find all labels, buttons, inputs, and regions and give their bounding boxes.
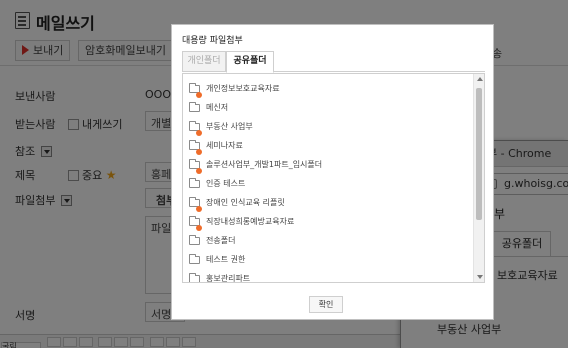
folder-tabs: 개인폴더 공유폴더 [182, 51, 485, 73]
folder-list-viewport: 개인정보보호교육자료메신저부동산 사업부세미나자료솔루션사업부_개발1파트_임시… [183, 74, 474, 282]
scroll-up-icon[interactable] [477, 77, 483, 81]
folder-label: 솔루션사업부_개발1파트_임시폴더 [206, 160, 323, 169]
folder-label: 인증 테스트 [206, 179, 246, 188]
shared-folder-icon [189, 216, 202, 231]
folder-label: 세미나자료 [206, 141, 243, 150]
dialog-title: 대용량 파일첨부 [182, 36, 243, 46]
shared-folder-icon [189, 159, 202, 174]
share-badge-icon [196, 130, 202, 136]
folder-label: 테스트 권한 [206, 255, 246, 264]
folder-label: 메신저 [206, 103, 229, 112]
folder-label: 직장내성희롱예방교육자료 [206, 217, 295, 226]
folder-label: 개인정보보호교육자료 [206, 84, 280, 93]
shared-folder-icon [189, 83, 202, 98]
folder-label: 홍보관리파트 [206, 274, 251, 282]
folder-icon [189, 235, 200, 245]
folder-label: 장애인 인식교육 리플릿 [206, 198, 285, 207]
shared-folder-icon [189, 273, 200, 282]
folder-list: 개인정보보호교육자료메신저부동산 사업부세미나자료솔루션사업부_개발1파트_임시… [182, 73, 485, 283]
shared-folder-icon [189, 121, 202, 136]
scroll-down-icon[interactable] [477, 275, 483, 279]
share-badge-icon [196, 225, 202, 231]
tab-personal-folder[interactable]: 개인폴더 [182, 51, 226, 72]
confirm-button[interactable]: 확인 [309, 296, 343, 313]
share-badge-icon [196, 168, 202, 174]
share-badge-icon [196, 92, 202, 98]
shared-folder-icon [189, 197, 202, 212]
tab-shared-folder[interactable]: 공유폴더 [226, 51, 274, 73]
folder-icon [189, 254, 200, 264]
share-badge-icon [196, 206, 202, 212]
share-badge-icon [196, 149, 202, 155]
folder-icon [189, 102, 200, 112]
large-file-attach-dialog: 대용량 파일첨부 개인폴더 공유폴더 개인정보보호교육자료메신저부동산 사업부세… [171, 24, 494, 320]
folder-list-scrollbar[interactable] [473, 74, 484, 282]
scroll-thumb[interactable] [476, 88, 482, 220]
folder-label: 부동산 사업부 [206, 122, 253, 131]
shared-folder-icon [189, 140, 202, 155]
folder-label: 전송폴더 [206, 236, 236, 245]
folder-icon [189, 178, 200, 188]
